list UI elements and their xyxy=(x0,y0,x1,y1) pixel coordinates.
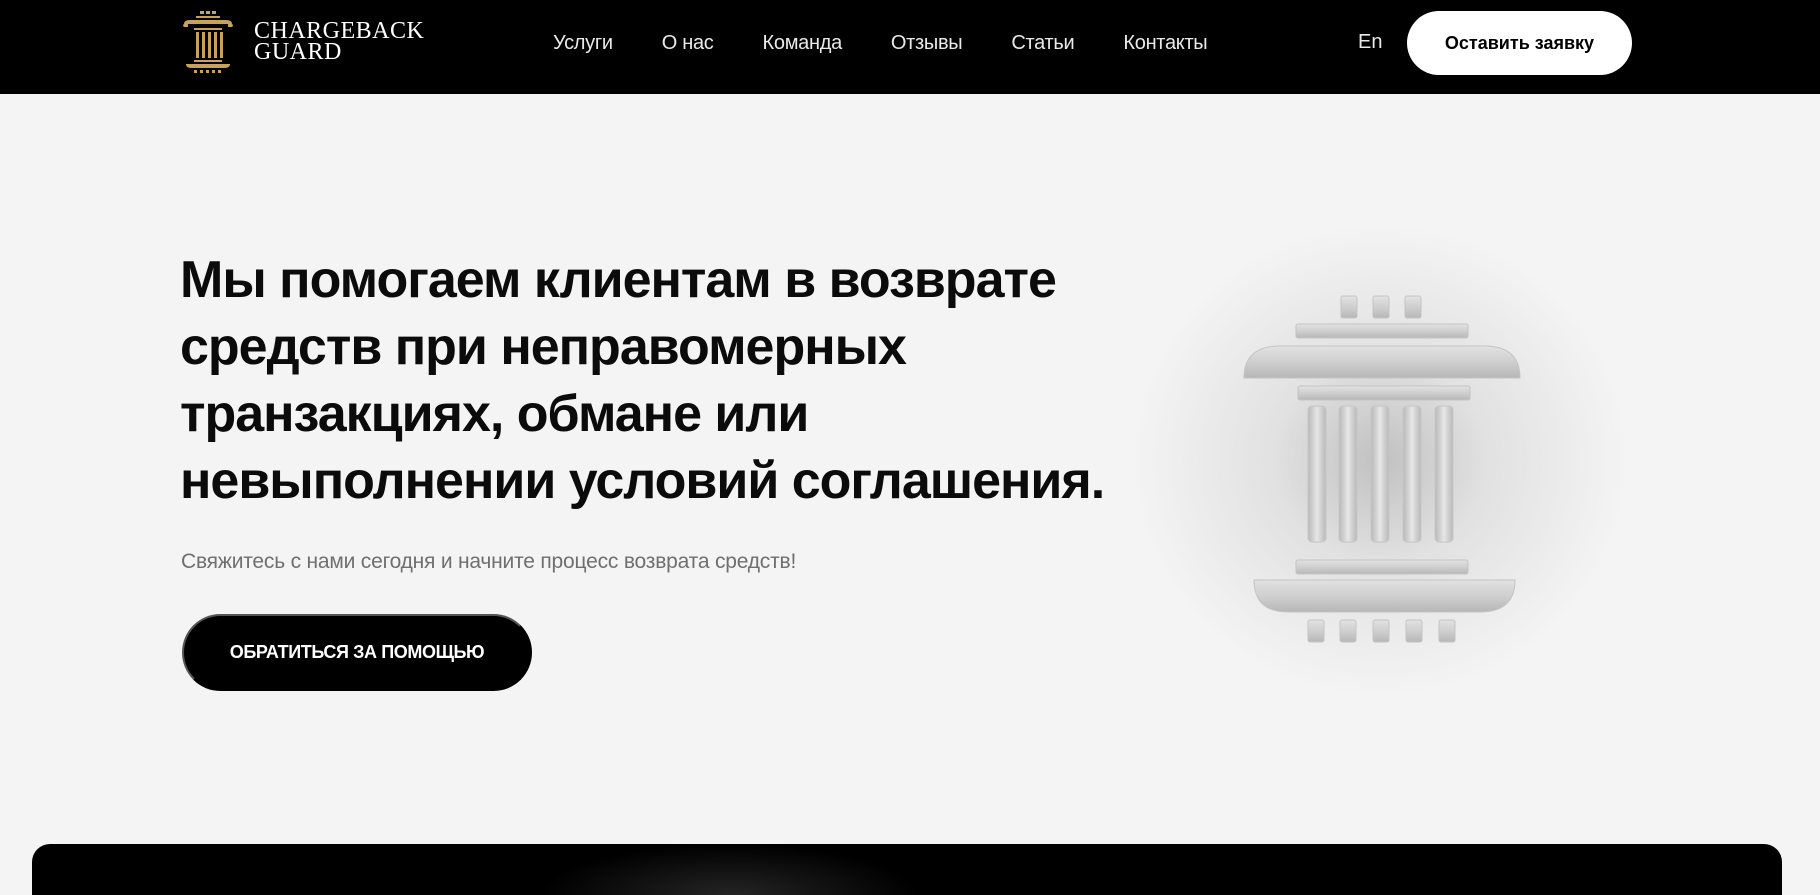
nav-item-about[interactable]: О нас xyxy=(662,32,714,55)
nav-item-articles[interactable]: Статьи xyxy=(1011,32,1074,55)
get-help-button[interactable]: ОБРАТИТЬСЯ ЗА ПОМОЩЬЮ xyxy=(182,614,532,691)
pillar-icon xyxy=(1243,295,1521,643)
logo-line2: GUARD xyxy=(254,39,342,65)
next-section-glow xyxy=(540,844,920,895)
request-button[interactable]: Оставить заявку xyxy=(1407,11,1632,75)
nav-item-team[interactable]: Команда xyxy=(763,32,843,55)
logo[interactable]: CHARGEBACK GUARD xyxy=(180,10,424,74)
nav-item-reviews[interactable]: Отзывы xyxy=(891,32,963,55)
language-switch[interactable]: En xyxy=(1358,31,1382,54)
hero-title: Мы помогаем клиентам в возврате средств … xyxy=(180,251,1105,510)
main-nav: Услуги О нас Команда Отзывы Статьи Конта… xyxy=(553,0,1208,86)
pillar-logo-icon xyxy=(183,11,233,73)
hero-subtitle: Свяжитесь с нами сегодня и начните проце… xyxy=(181,550,797,573)
nav-item-contacts[interactable]: Контакты xyxy=(1123,32,1207,55)
logo-text: CHARGEBACK GUARD xyxy=(254,19,424,65)
site-header: CHARGEBACK GUARD Услуги О нас Команда От… xyxy=(0,0,1820,94)
nav-item-services[interactable]: Услуги xyxy=(553,32,613,55)
